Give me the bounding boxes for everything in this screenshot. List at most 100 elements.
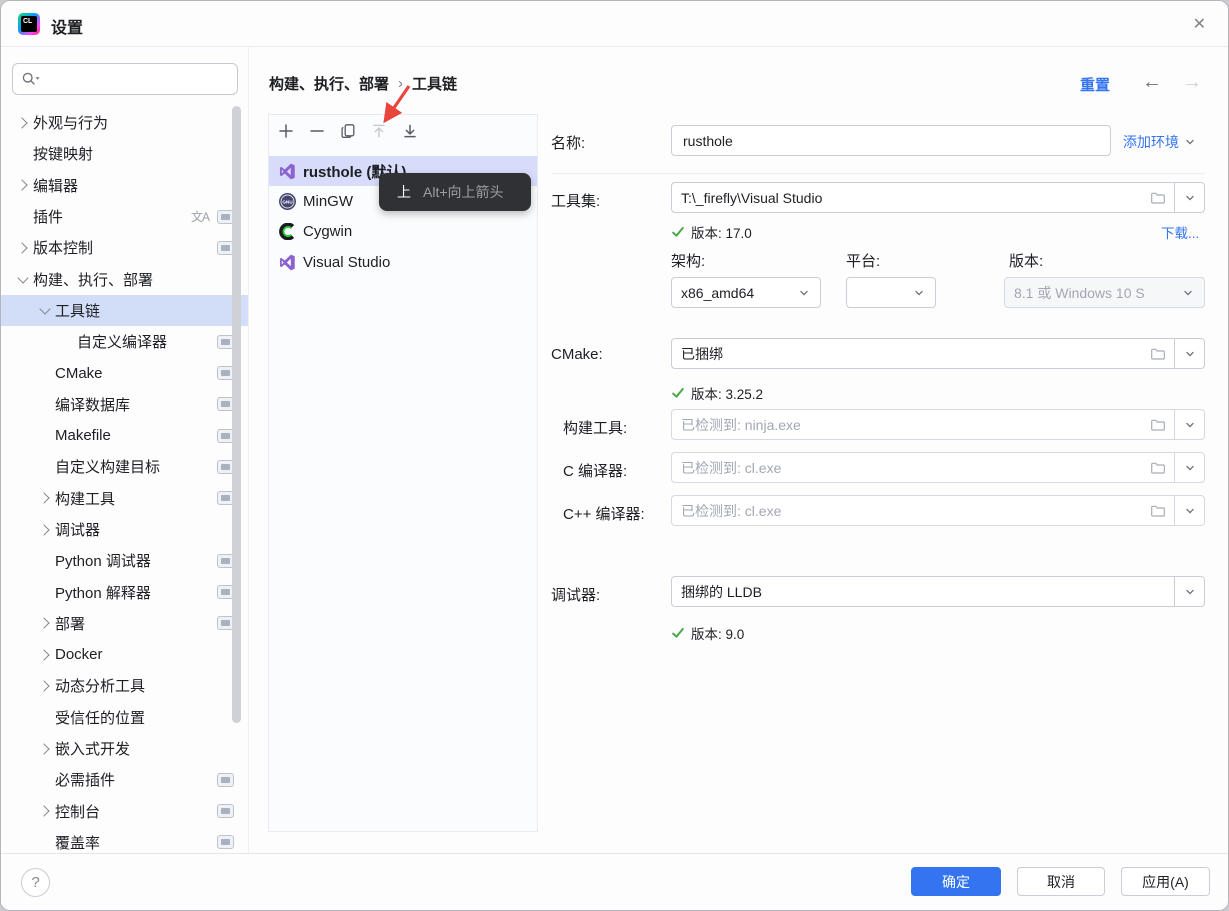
sidebar-tree-item[interactable]: 受信任的位置 [1, 702, 248, 733]
apply-button[interactable]: 应用(A) [1121, 867, 1210, 896]
c-compiler-field[interactable]: 已检测到: cl.exe [671, 452, 1205, 483]
cmake-dropdown-button[interactable] [1174, 338, 1205, 369]
sidebar-tree-item[interactable]: 调试器 [1, 514, 248, 545]
sidebar-tree-item[interactable]: 版本控制 [1, 232, 248, 263]
sidebar-tree-item[interactable]: 编译数据库 [1, 389, 248, 420]
sidebar-tree-item[interactable]: 控制台 [1, 796, 248, 827]
search-input[interactable] [46, 70, 237, 88]
arch-combo[interactable]: x86_amd64 [671, 277, 821, 308]
sidebar-item-label: 按键映射 [33, 143, 93, 164]
tree-chevron-icon[interactable] [16, 117, 27, 128]
cancel-button[interactable]: 取消 [1017, 867, 1105, 896]
download-link[interactable]: 下载... [1161, 222, 1199, 242]
add-toolchain-button[interactable] [277, 122, 294, 139]
move-down-button[interactable] [401, 122, 418, 139]
sidebar-tree-item[interactable]: 自定义编译器 [1, 326, 248, 357]
folder-icon[interactable] [1150, 346, 1174, 362]
remove-toolchain-button[interactable] [308, 122, 325, 139]
sidebar-item-label: 构建、执行、部署 [33, 269, 153, 290]
sidebar-tree-item[interactable]: Python 调试器 [1, 545, 248, 576]
cpp-compiler-value[interactable]: 已检测到: cl.exe [671, 495, 1174, 526]
sidebar-tree-item[interactable]: 编辑器 [1, 170, 248, 201]
sidebar-tree-item[interactable]: Docker [1, 639, 248, 670]
sidebar-tree-item[interactable]: 构建工具 [1, 483, 248, 514]
arch-value: x86_amd64 [681, 285, 754, 301]
reset-link[interactable]: 重置 [1080, 74, 1110, 95]
cpp-compiler-field[interactable]: 已检测到: cl.exe [671, 495, 1205, 526]
tree-chevron-icon[interactable] [17, 272, 28, 283]
sidebar-tree-item[interactable]: 嵌入式开发 [1, 733, 248, 764]
copy-toolchain-button[interactable] [339, 122, 356, 139]
name-input[interactable] [681, 132, 1110, 150]
cmake-value[interactable]: 已捆绑 [671, 338, 1174, 369]
toolset-dropdown-button[interactable] [1174, 182, 1205, 213]
sidebar-tree-item[interactable]: 插件 文A [1, 201, 248, 232]
tree-chevron-icon[interactable] [38, 743, 49, 754]
folder-icon[interactable] [1150, 417, 1174, 433]
move-up-button [370, 122, 387, 139]
debugger-field[interactable]: 捆绑的 LLDB [671, 576, 1205, 607]
sidebar-tree-item[interactable]: 构建、执行、部署 [1, 263, 248, 294]
build-tool-dropdown-button[interactable] [1174, 409, 1205, 440]
tree-chevron-icon[interactable] [38, 524, 49, 535]
sidebar-tree-item[interactable]: CMake [1, 357, 248, 388]
sidebar-item-label: 受信任的位置 [55, 707, 145, 728]
folder-icon[interactable] [1150, 503, 1174, 519]
sidebar-item-label: CMake [55, 365, 103, 382]
sidebar-tree-item[interactable]: 自定义构建目标 [1, 451, 248, 482]
sidebar-scrollbar[interactable] [232, 106, 241, 723]
ok-button[interactable]: 确定 [911, 867, 1001, 896]
sidebar-tree-item[interactable]: Makefile [1, 420, 248, 451]
tree-chevron-icon[interactable] [16, 242, 27, 253]
sidebar-tree-item[interactable]: 必需插件 [1, 764, 248, 795]
toolset-value[interactable]: T:\_firefly\Visual Studio [671, 182, 1174, 213]
tree-chevron-icon[interactable] [38, 618, 49, 629]
sidebar-tree-item[interactable]: 外观与行为 [1, 107, 248, 138]
toolset-field[interactable]: T:\_firefly\Visual Studio [671, 182, 1205, 213]
toolchain-list-item[interactable]: Visual Studio [269, 247, 537, 277]
tree-chevron-icon[interactable] [38, 680, 49, 691]
sidebar-tree-item[interactable]: 工具链 [1, 295, 248, 326]
cmake-field[interactable]: 已捆绑 [671, 338, 1205, 369]
sidebar-item-label: 版本控制 [33, 237, 93, 258]
tree-chevron-icon[interactable] [38, 493, 49, 504]
settings-search[interactable] [12, 63, 238, 95]
toolchain-icon [279, 193, 296, 210]
tooltip-action: 上 [397, 182, 411, 202]
close-icon[interactable]: ✕ [1193, 14, 1206, 34]
debugger-version: 版本: 9.0 [691, 623, 744, 643]
build-tool-field[interactable]: 已检测到: ninja.exe [671, 409, 1205, 440]
tree-chevron-icon[interactable] [38, 649, 49, 660]
toolchain-list-item[interactable]: Cygwin [269, 217, 537, 247]
arch-label: 架构: [671, 250, 705, 271]
sidebar-tree-item[interactable]: 覆盖率 [1, 827, 248, 854]
help-button[interactable]: ? [21, 868, 50, 897]
breadcrumb-section[interactable]: 构建、执行、部署 [269, 73, 389, 94]
tree-chevron-icon[interactable] [16, 180, 27, 191]
folder-icon[interactable] [1150, 460, 1174, 476]
name-field[interactable] [671, 125, 1111, 156]
toolset-version-line: 版本: 17.0 [671, 222, 752, 242]
build-tool-placeholder: 已检测到: ninja.exe [681, 415, 801, 435]
tree-chevron-icon[interactable] [39, 303, 50, 314]
debugger-value[interactable]: 捆绑的 LLDB [671, 576, 1174, 607]
debugger-dropdown-button[interactable] [1174, 576, 1205, 607]
cpp-compiler-label: C++ 编译器: [563, 503, 645, 524]
sidebar-tree-item[interactable]: 部署 [1, 608, 248, 639]
back-arrow-icon[interactable]: ← [1142, 71, 1162, 94]
platform-combo[interactable] [846, 277, 936, 308]
cpp-compiler-dropdown-button[interactable] [1174, 495, 1205, 526]
tree-chevron-icon[interactable] [38, 806, 49, 817]
cpp-compiler-placeholder: 已检测到: cl.exe [681, 501, 781, 521]
sidebar-tree-item[interactable]: 按键映射 [1, 138, 248, 169]
add-environment-link[interactable]: 添加环境 [1123, 132, 1197, 152]
sidebar-tree-item[interactable]: 动态分析工具 [1, 670, 248, 701]
add-environment-label: 添加环境 [1123, 132, 1179, 152]
sidebar-tree-item[interactable]: Python 解释器 [1, 576, 248, 607]
breadcrumb-separator-icon: › [398, 75, 403, 92]
c-compiler-value[interactable]: 已检测到: cl.exe [671, 452, 1174, 483]
folder-icon[interactable] [1150, 190, 1174, 206]
sidebar-item-label: 调试器 [55, 519, 100, 540]
c-compiler-dropdown-button[interactable] [1174, 452, 1205, 483]
build-tool-value[interactable]: 已检测到: ninja.exe [671, 409, 1174, 440]
